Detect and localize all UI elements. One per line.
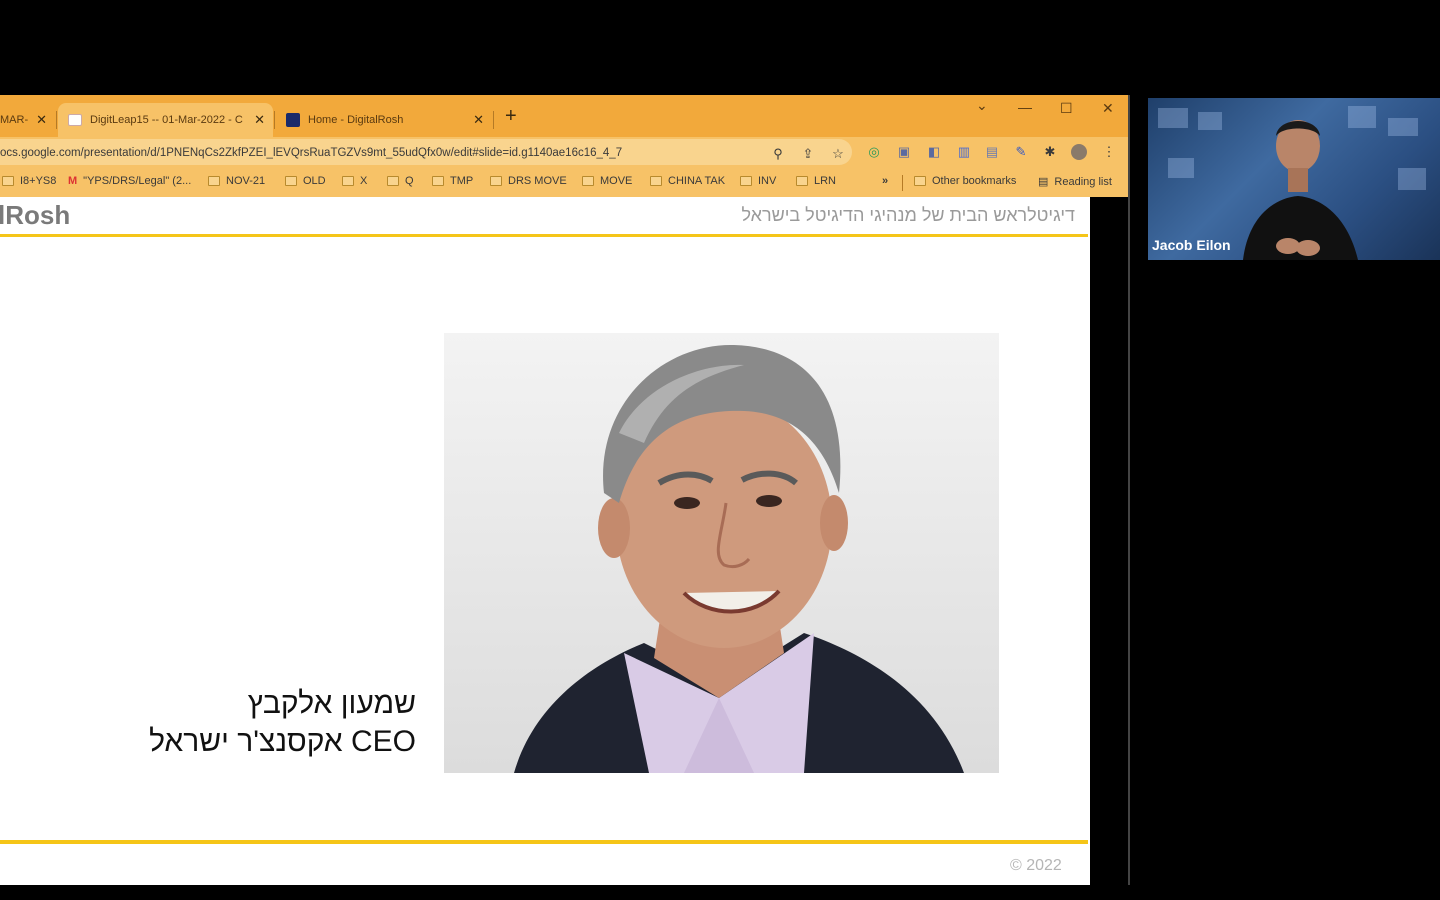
divider bbox=[902, 175, 903, 191]
participant-video[interactable] bbox=[1148, 98, 1440, 260]
slide-canvas: lRosh דיגיטלראש הבית של מנהיגי הדיגיטל ב… bbox=[0, 197, 1090, 885]
share-icon[interactable]: ⇪ bbox=[800, 146, 816, 162]
bookmark-label: DRS MOVE bbox=[508, 175, 567, 187]
extension-icon[interactable]: ◎ bbox=[866, 144, 882, 160]
tab-label: Home - DigitalRosh bbox=[308, 114, 404, 126]
bookmark-label: INV bbox=[758, 175, 777, 187]
zoom-icon[interactable]: ⚲ bbox=[770, 146, 786, 162]
tab-1[interactable]: DigitLeap15 -- 01-Mar-2022 - C ✕ bbox=[58, 103, 273, 137]
tab-strip: MAR- ✕ DigitLeap15 -- 01-Mar-2022 - C ✕ … bbox=[0, 95, 1130, 137]
toolbar: ocs.google.com/presentation/d/1PNENqCs2Z… bbox=[0, 137, 1130, 169]
folder-icon bbox=[285, 176, 297, 186]
bookmark-item[interactable]: M "YPS/DRS/Legal" (2... bbox=[68, 175, 191, 187]
minimize-icon[interactable]: — bbox=[1018, 99, 1032, 115]
star-icon[interactable]: ☆ bbox=[830, 146, 846, 162]
folder-icon bbox=[432, 176, 444, 186]
bookmark-item[interactable]: Q bbox=[387, 175, 414, 187]
browser-window: MAR- ✕ DigitLeap15 -- 01-Mar-2022 - C ✕ … bbox=[0, 95, 1130, 885]
more-bookmarks-icon[interactable]: » bbox=[882, 175, 888, 187]
bookmark-label: X bbox=[360, 175, 368, 187]
tab-separator bbox=[56, 111, 57, 129]
bookmark-label: Other bookmarks bbox=[932, 175, 1017, 187]
folder-icon bbox=[914, 176, 926, 186]
slide-brand-logo: lRosh bbox=[0, 200, 71, 230]
reading-list[interactable]: ▤ Reading list bbox=[1038, 175, 1112, 189]
url-text: ocs.google.com/presentation/d/1PNENqCs2Z… bbox=[0, 147, 623, 159]
close-icon[interactable]: ✕ bbox=[254, 112, 265, 128]
avatar[interactable] bbox=[1071, 144, 1087, 160]
speaker-photo bbox=[444, 333, 999, 773]
folder-icon bbox=[740, 176, 752, 186]
participant-name: Jacob Eilon bbox=[1152, 237, 1231, 253]
speaker-name: שמעון אלקבץ bbox=[247, 687, 416, 720]
chevron-down-icon[interactable]: ⌄ bbox=[976, 97, 988, 114]
bookmark-item[interactable]: NOV-21 bbox=[208, 175, 265, 187]
folder-icon bbox=[208, 176, 220, 186]
speaker-portrait-image bbox=[514, 344, 964, 773]
extension-icon[interactable]: ▥ bbox=[956, 144, 972, 160]
bookmark-label: LRN bbox=[814, 175, 837, 187]
extension-icon[interactable]: ◧ bbox=[926, 144, 942, 160]
tab-label: MAR- bbox=[0, 114, 29, 126]
bookmark-item[interactable]: CHINA TAK bbox=[650, 175, 725, 187]
folder-icon bbox=[490, 176, 502, 186]
slide-header-text: דיגיטלראש הבית של מנהיגי הדיגיטל בישראל bbox=[741, 205, 1075, 225]
bookmark-item[interactable]: INV bbox=[740, 175, 776, 187]
bookmark-label: Q bbox=[405, 175, 414, 187]
reading-list-icon: ▤ bbox=[1038, 176, 1049, 188]
pen-icon[interactable]: ✎ bbox=[1013, 144, 1029, 160]
folder-icon bbox=[796, 176, 808, 186]
bookmark-item[interactable]: LRN bbox=[796, 175, 836, 187]
bookmark-label: "YPS/DRS/Legal" (2... bbox=[83, 175, 192, 187]
tab-label: DigitLeap15 -- 01-Mar-2022 - C bbox=[90, 114, 243, 126]
bookmark-label: MOVE bbox=[600, 175, 633, 187]
new-tab-icon[interactable]: + bbox=[505, 105, 517, 128]
puzzle-icon[interactable]: ✱ bbox=[1042, 144, 1058, 160]
bookmark-item[interactable]: TMP bbox=[432, 175, 473, 187]
bookmark-item[interactable]: I8+YS8 bbox=[2, 175, 56, 187]
close-icon[interactable]: ✕ bbox=[36, 112, 47, 128]
bookmark-item[interactable]: DRS MOVE bbox=[490, 175, 567, 187]
bookmark-label: I8+YS8 bbox=[20, 175, 57, 187]
speaker-title: CEO אקסנצ'ר ישראל bbox=[149, 725, 416, 758]
bookmark-label: OLD bbox=[303, 175, 326, 187]
tab-separator bbox=[493, 111, 494, 129]
slides-icon bbox=[68, 114, 82, 126]
bookmark-label: Reading list bbox=[1054, 175, 1112, 188]
bookmark-label: CHINA TAK bbox=[668, 175, 726, 187]
folder-icon bbox=[582, 176, 594, 186]
bookmark-label: TMP bbox=[450, 175, 474, 187]
maximize-icon[interactable]: ☐ bbox=[1060, 100, 1073, 117]
folder-icon bbox=[2, 176, 14, 186]
folder-icon bbox=[387, 176, 399, 186]
bookmark-item[interactable]: X bbox=[342, 175, 367, 187]
tab-separator bbox=[274, 111, 275, 129]
tab-0[interactable]: MAR- ✕ bbox=[0, 103, 55, 137]
bookmark-item[interactable]: OLD bbox=[285, 175, 326, 187]
extension-icon[interactable]: ▤ bbox=[984, 144, 1000, 160]
close-icon[interactable]: ✕ bbox=[473, 112, 484, 128]
folder-icon bbox=[650, 176, 662, 186]
window-border bbox=[1128, 95, 1130, 885]
bookmark-label: NOV-21 bbox=[226, 175, 266, 187]
scrollbar[interactable] bbox=[1090, 197, 1130, 885]
folder-icon bbox=[342, 176, 354, 186]
slide-copyright: © 2022 bbox=[1010, 857, 1062, 874]
slide-top-rule bbox=[0, 234, 1088, 237]
bookmarks-bar: I8+YS8 M "YPS/DRS/Legal" (2... NOV-21 OLD… bbox=[0, 169, 1130, 198]
address-bar[interactable]: ocs.google.com/presentation/d/1PNENqCs2Z… bbox=[0, 139, 852, 165]
tab-2[interactable]: Home - DigitalRosh ✕ bbox=[278, 103, 492, 137]
slide-bottom-rule bbox=[0, 840, 1088, 844]
extension-icon[interactable]: ▣ bbox=[896, 144, 912, 160]
other-bookmarks[interactable]: Other bookmarks bbox=[914, 175, 1016, 187]
gmail-icon: M bbox=[68, 175, 78, 187]
bookmark-item[interactable]: MOVE bbox=[582, 175, 632, 187]
site-favicon-icon bbox=[286, 113, 300, 127]
close-window-icon[interactable]: ✕ bbox=[1102, 100, 1114, 117]
participant-video-feed bbox=[1158, 106, 1426, 260]
menu-icon[interactable]: ⋮ bbox=[1101, 144, 1117, 160]
